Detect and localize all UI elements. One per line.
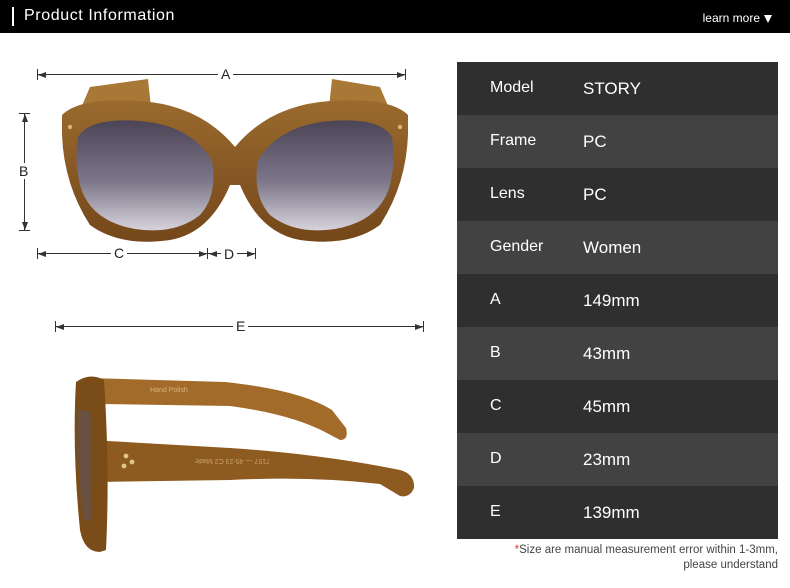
spec-value: 23mm — [583, 450, 631, 469]
spec-row-model: Model STORY — [457, 62, 778, 115]
spec-value: 139mm — [583, 503, 640, 522]
spec-row-gender: Gender Women — [457, 221, 778, 274]
spec-key: C — [490, 397, 502, 414]
spec-row-e: E 139mm — [457, 486, 778, 539]
spec-key: A — [490, 291, 501, 308]
sunglasses-side-image: Hand Polish 7157 — 45-23 C2 Made — [74, 376, 415, 552]
spec-row-a: A 149mm — [457, 274, 778, 327]
spec-value: 149mm — [583, 291, 640, 310]
spec-value: 43mm — [583, 344, 631, 363]
sunglasses-front-image — [62, 79, 408, 242]
spec-key: Frame — [490, 132, 537, 149]
page-title: Product Information — [24, 7, 176, 24]
learn-more-label: learn more — [702, 11, 760, 25]
dimension-e-label: E — [233, 318, 249, 334]
spec-row-c: C 45mm — [457, 380, 778, 433]
spec-row-frame: Frame PC — [457, 115, 778, 168]
spec-value: PC — [583, 185, 607, 204]
spec-key: B — [490, 344, 501, 361]
spec-key: D — [490, 450, 502, 467]
measurement-note: *Size are manual measurement error withi… — [515, 543, 778, 573]
spec-key: E — [490, 503, 501, 520]
spec-key: Model — [490, 79, 534, 96]
caret-down-icon — [764, 15, 772, 23]
learn-more-link[interactable]: learn more — [703, 11, 772, 25]
temple-inscription-inner: 7157 — 45-23 C2 Made — [195, 457, 270, 464]
spec-row-lens: Lens PC — [457, 168, 778, 221]
spec-value: 45mm — [583, 397, 631, 416]
dimension-b-label: B — [16, 163, 32, 179]
spec-key: Gender — [490, 238, 544, 255]
spec-value: PC — [583, 132, 607, 151]
spec-row-b: B 43mm — [457, 327, 778, 380]
spec-row-d: D 23mm — [457, 433, 778, 486]
spec-key: Lens — [490, 185, 525, 202]
header-accent-line — [12, 7, 14, 26]
spec-table: Model STORY Frame PC Lens PC Gender Wome… — [457, 62, 778, 539]
note-line-1: Size are manual measurement error within… — [519, 544, 778, 556]
note-line-2: please understand — [683, 559, 778, 571]
spec-value: Women — [583, 238, 642, 257]
spec-value: STORY — [583, 79, 641, 98]
temple-inscription-outer: Hand Polish — [150, 387, 188, 394]
header-bar: Product Information learn more — [0, 0, 790, 33]
